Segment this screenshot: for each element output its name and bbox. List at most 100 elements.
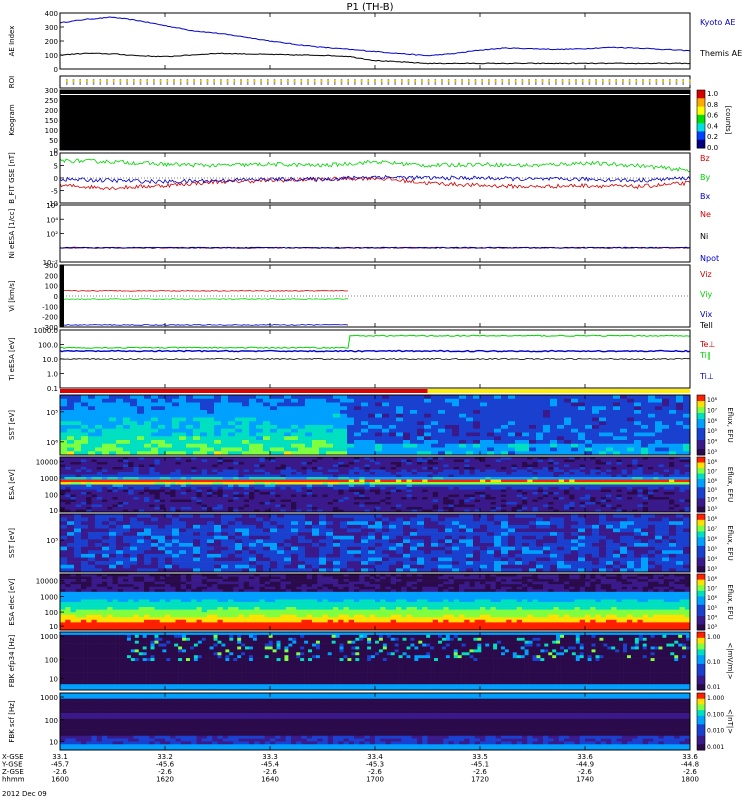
- esa_i-cell: [585, 469, 591, 473]
- sst_i-cell: [207, 402, 215, 407]
- sst_i-cell: [641, 410, 649, 415]
- sst_i-cell: [382, 406, 390, 411]
- esa_i-cell: [600, 459, 607, 463]
- esa_i-cell: [375, 472, 381, 475]
- sst_i-cell: [305, 440, 313, 445]
- esa_i-cell: [222, 479, 229, 483]
- sst_i-cell: [186, 447, 194, 452]
- esa_i-cell: [338, 504, 344, 508]
- bfield-ytick-label: 5: [54, 163, 58, 171]
- esa_i-cell: [133, 492, 140, 495]
- sst_i-cell: [599, 398, 607, 403]
- esa_i-cell: [595, 479, 602, 483]
- esa_i-ytick-label: 10: [49, 507, 58, 515]
- esa_i-cell: [264, 507, 271, 510]
- esa_i-cell: [191, 467, 197, 470]
- esa_i-cell: [264, 494, 271, 498]
- esa_i-cell: [175, 507, 182, 510]
- sst_i-cell: [102, 425, 110, 430]
- esa_i-cell: [317, 492, 323, 495]
- esa_i-cell: [291, 467, 297, 470]
- esa_i-cell: [359, 482, 365, 485]
- sst_i-cell: [95, 395, 103, 400]
- sst_i-cell: [235, 406, 243, 411]
- sst_i-cell: [403, 443, 411, 448]
- roi-mark-top: [380, 80, 383, 82]
- esa_i-cell: [385, 482, 392, 485]
- esa_i-cell: [385, 502, 392, 505]
- sst_i-cell: [473, 398, 481, 403]
- keogram-ytick-label: 300: [45, 87, 58, 95]
- esa_i-cell: [490, 487, 497, 490]
- sst_i-cell: [543, 413, 551, 418]
- sst_i-cell: [424, 398, 432, 403]
- esa_i-cell: [333, 507, 339, 510]
- esa_i-cell: [285, 462, 292, 465]
- esa_i-cell: [648, 459, 654, 463]
- esa_i-cell: [175, 489, 182, 493]
- sst_i-cell: [564, 402, 572, 407]
- esa_i-cell: [574, 504, 581, 508]
- esa_i-cell: [401, 497, 407, 500]
- sst_i-cell: [95, 440, 103, 445]
- esa_i-cell: [564, 484, 570, 488]
- esa_i-cell: [180, 469, 187, 473]
- esa_i-cell: [621, 504, 628, 508]
- sst_i-cell: [669, 413, 677, 418]
- keogram-ytick-label: 200: [45, 107, 58, 115]
- esa_i-cell: [301, 467, 308, 470]
- sst_i-cell: [389, 417, 397, 422]
- sst_i-cell: [298, 436, 306, 441]
- esa_i-cell: [117, 474, 124, 478]
- sst_i-cell: [557, 406, 565, 411]
- esa_i-cell: [495, 459, 502, 463]
- sst_i-cell: [242, 440, 250, 445]
- sst_e-cell: [179, 553, 187, 558]
- esa_i-cell: [411, 504, 418, 508]
- sst_e-cell: [74, 517, 82, 522]
- esa_i-cell: [537, 477, 544, 480]
- sst_i-cell: [354, 395, 362, 400]
- esa_i-cell: [291, 504, 297, 508]
- sst_i-cell: [137, 406, 145, 411]
- sst_i-cell: [466, 410, 474, 415]
- sst_i-cell: [102, 402, 110, 407]
- esa_i-cell: [191, 494, 197, 498]
- esa_i-cell: [480, 494, 486, 498]
- sst_i-cell: [312, 406, 320, 411]
- esa_i-cell: [653, 459, 659, 463]
- sst_i-colorbar-seg: [697, 431, 705, 435]
- esa_i-cell: [600, 499, 607, 503]
- sst_e-cell: [102, 561, 110, 566]
- esa_i-cell: [75, 474, 82, 478]
- esa_i-cell: [585, 467, 591, 470]
- sst_i-cell: [501, 413, 509, 418]
- esa_i-cell: [270, 464, 276, 468]
- velocity-legend-2: Vix: [700, 310, 713, 319]
- sst_i-cell: [585, 443, 593, 448]
- sst_i-cell: [676, 436, 684, 441]
- sst_i-cell: [319, 428, 327, 433]
- sst_i-cell: [81, 432, 89, 437]
- esa_i-cell: [338, 507, 344, 510]
- esa_i-cell: [495, 507, 502, 510]
- esa_i-cell: [511, 504, 518, 508]
- esa_i-cell: [537, 484, 544, 488]
- sst_i-cell: [655, 440, 663, 445]
- sst_i-cell: [256, 417, 264, 422]
- esa_i-cell: [469, 472, 476, 475]
- sst_i-cell: [291, 402, 299, 407]
- esa_i-cell: [474, 489, 481, 493]
- sst_i-cell: [522, 428, 530, 433]
- esa_i-cell: [70, 507, 77, 510]
- sst_i-cell: [620, 421, 628, 426]
- esa_i-cell: [448, 467, 455, 470]
- esa_i-cell: [406, 472, 413, 475]
- sst_i-cell: [557, 436, 565, 441]
- esa_i-cell: [448, 484, 455, 488]
- sst_i-cell: [389, 410, 397, 415]
- sst_i-cell: [193, 395, 201, 400]
- esa_i-cell: [207, 479, 213, 483]
- esa_i-cell: [296, 474, 302, 478]
- esa_i-cell: [590, 499, 596, 503]
